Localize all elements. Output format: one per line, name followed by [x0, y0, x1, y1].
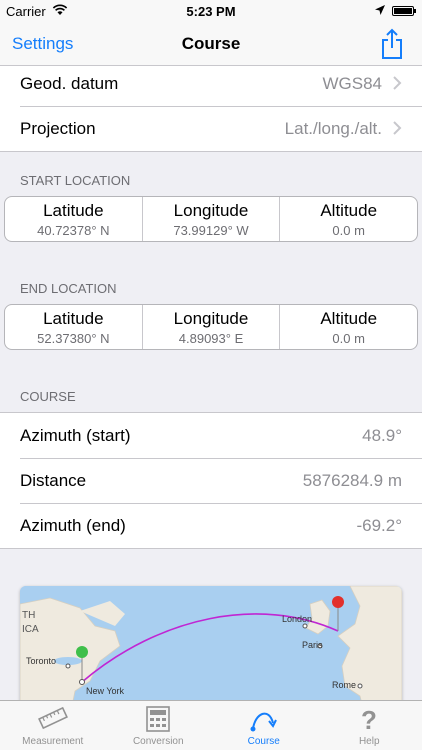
course-arc-icon: [250, 712, 277, 732]
ruler-icon: [37, 706, 68, 730]
battery-icon: [392, 6, 416, 16]
map-label-new-york: New York: [86, 686, 125, 696]
start-longitude-cell[interactable]: Longitude 73.99129° W: [143, 197, 281, 241]
projection-label: Projection: [20, 119, 96, 138]
tab-help[interactable]: ? Help: [317, 701, 422, 750]
end-location-control[interactable]: Latitude 52.37380° N Longitude 4.89093° …: [4, 304, 418, 350]
calculator-icon: [146, 706, 171, 732]
map-label-th: TH: [22, 610, 35, 621]
datum-value: WGS84: [322, 74, 382, 93]
chevron-right-icon: [393, 121, 402, 135]
azimuth-end-row: Azimuth (end) -69.2°: [0, 503, 422, 548]
map-canvas: TH ICA Toronto New York London Paris Rom…: [20, 586, 402, 700]
settings-group: Geod. datum WGS84 Projection Lat./long./…: [0, 66, 422, 152]
end-longitude-cell[interactable]: Longitude 4.89093° E: [143, 305, 281, 349]
azimuth-start-row: Azimuth (start) 48.9°: [0, 413, 422, 458]
projection-value: Lat./long./alt.: [284, 119, 382, 138]
tab-measurement[interactable]: Measurement: [0, 701, 106, 750]
end-location-header: END LOCATION: [20, 281, 117, 296]
datum-row[interactable]: Geod. datum WGS84: [0, 66, 422, 106]
map-label-ica: ICA: [22, 624, 39, 635]
course-header: COURSE: [20, 389, 76, 404]
datum-label: Geod. datum: [20, 74, 119, 93]
azimuth-start-label: Azimuth (start): [20, 426, 131, 445]
start-altitude-cell[interactable]: Altitude 0.0 m: [280, 197, 417, 241]
projection-row[interactable]: Projection Lat./long./alt.: [0, 106, 422, 151]
question-icon: ?: [361, 705, 377, 733]
tab-conversion[interactable]: Conversion: [106, 701, 212, 750]
azimuth-start-value: 48.9°: [362, 426, 402, 445]
status-time: 5:23 PM: [186, 4, 236, 19]
map-label-paris: Paris: [302, 640, 323, 650]
end-altitude-cell[interactable]: Altitude 0.0 m: [280, 305, 417, 349]
map-label-toronto: Toronto: [26, 656, 56, 666]
distance-label: Distance: [20, 471, 87, 490]
distance-row: Distance 5876284.9 m: [0, 458, 422, 503]
course-group: Azimuth (start) 48.9° Distance 5876284.9…: [0, 412, 422, 549]
distance-value: 5876284.9 m: [302, 471, 402, 490]
location-arrow-icon: [375, 5, 385, 15]
content-scroll[interactable]: Geod. datum WGS84 Projection Lat./long./…: [0, 66, 422, 700]
start-location-header: START LOCATION: [20, 173, 131, 188]
navigation-bar: Settings Course: [0, 22, 422, 66]
start-location-control[interactable]: Latitude 40.72378° N Longitude 73.99129°…: [4, 196, 418, 242]
page-title: Course: [181, 34, 241, 53]
start-latitude-cell[interactable]: Latitude 40.72378° N: [5, 197, 143, 241]
map-label-london: London: [282, 614, 312, 624]
tab-bar: Measurement Conversion Course ? Help: [0, 700, 422, 750]
tab-course[interactable]: Course: [211, 701, 317, 750]
svg-text:?: ?: [361, 705, 377, 733]
status-bar: Carrier 5:23 PM: [0, 0, 422, 22]
azimuth-end-value: -69.2°: [356, 516, 402, 535]
end-latitude-cell[interactable]: Latitude 52.37380° N: [5, 305, 143, 349]
map-label-rome: Rome: [332, 680, 356, 690]
chevron-right-icon: [393, 76, 402, 90]
share-icon[interactable]: [380, 28, 404, 60]
azimuth-end-label: Azimuth (end): [20, 516, 126, 535]
route-map[interactable]: TH ICA Toronto New York London Paris Rom…: [20, 586, 402, 700]
